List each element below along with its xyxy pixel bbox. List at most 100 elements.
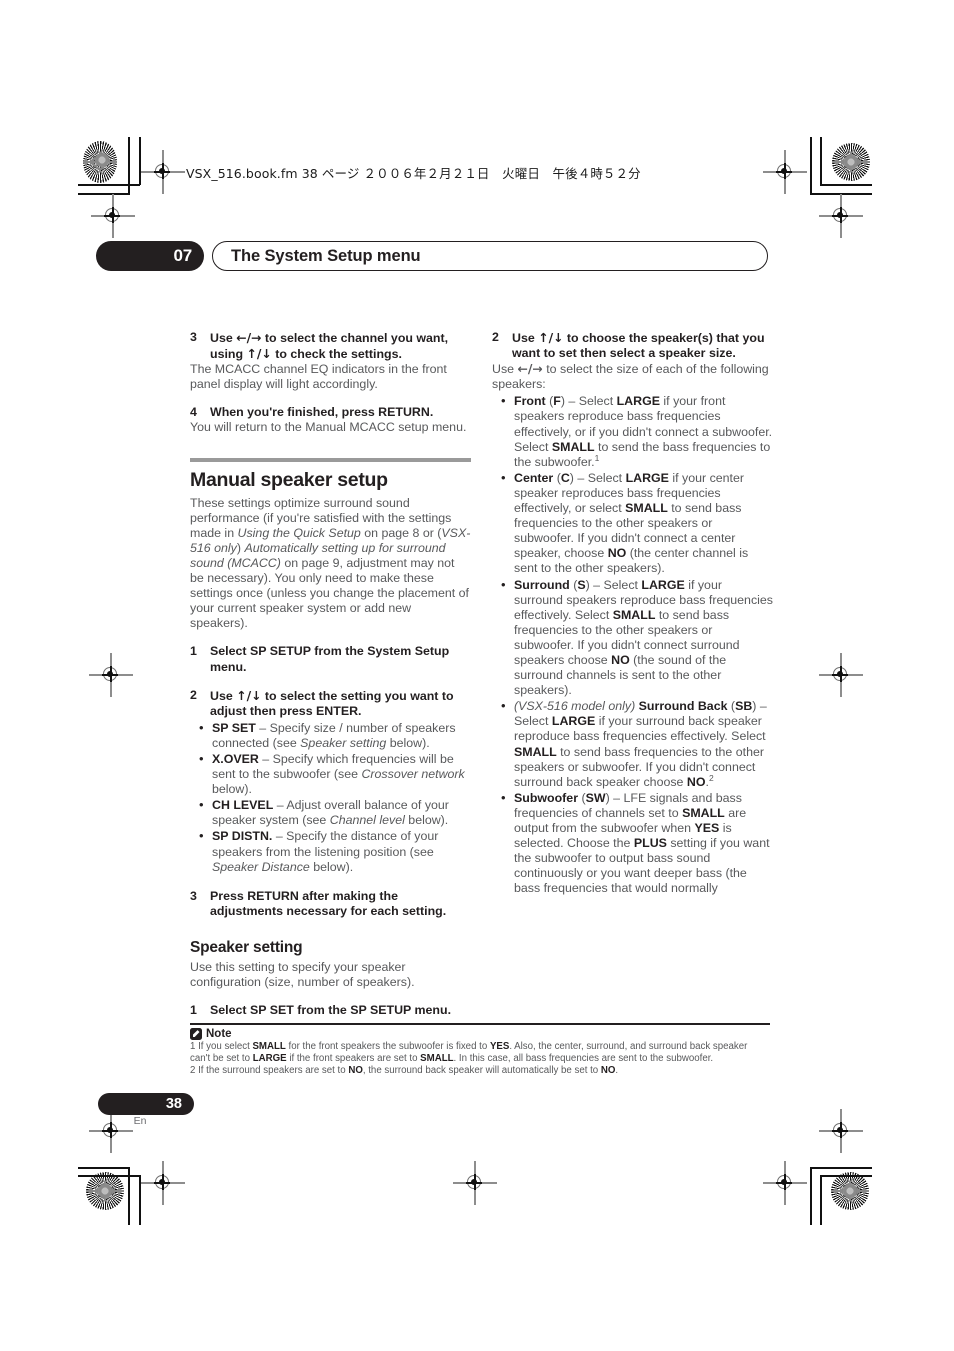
crop-mark-bottom-right-v2 bbox=[820, 1175, 822, 1225]
crop-mark-top-left-h2 bbox=[78, 184, 140, 186]
crop-mark-bottom-right-h bbox=[810, 1167, 872, 1169]
option-dash: – bbox=[258, 751, 273, 766]
crop-mark-top-left-h bbox=[78, 193, 130, 195]
step-1b-heading: 1 Select SP SET from the SP SETUP menu. bbox=[190, 1003, 471, 1018]
step-2-number: 2 bbox=[190, 687, 197, 702]
speaker-name: Center bbox=[514, 470, 554, 485]
value-large: LARGE bbox=[625, 470, 669, 485]
intro-italic-quick-setup: Using the Quick Setup bbox=[237, 525, 361, 540]
fn2-a: 2 If the surround speakers are set to bbox=[190, 1065, 349, 1077]
speaker-name: Surround bbox=[514, 577, 570, 592]
rc-step-2-text-a: Use bbox=[512, 331, 539, 345]
registration-mark-bottom-right bbox=[819, 1109, 863, 1153]
footnote-ref: 1 bbox=[594, 452, 600, 463]
fn2-no-2: NO bbox=[600, 1065, 616, 1077]
up-down-arrow-icon: ↑/↓ bbox=[538, 330, 564, 345]
note-header: Note bbox=[190, 1027, 770, 1040]
crop-mark-top-left-v bbox=[128, 137, 130, 195]
note-label: Note bbox=[206, 1027, 232, 1040]
registration-mark-bottom-center-left bbox=[141, 1161, 185, 1205]
option-italic-ref: Speaker setting bbox=[300, 735, 387, 750]
step-4-body: You will return to the Manual MCACC setu… bbox=[190, 420, 467, 435]
chapter-header-band: 07 The System Setup menu bbox=[96, 241, 768, 271]
fn1-yes: YES bbox=[489, 1040, 510, 1052]
registration-mark-top-left bbox=[141, 150, 185, 194]
text-1: Select bbox=[514, 714, 552, 729]
option-italic-ref: Channel level bbox=[329, 813, 405, 828]
option-term: SP SET bbox=[212, 720, 256, 735]
up-down-arrow-icon: ↑/↓ bbox=[236, 687, 262, 703]
speaker-setting-body: Use this setting to specify your speaker… bbox=[190, 959, 415, 989]
list-item: CH LEVEL – Adjust overall balance of you… bbox=[190, 797, 471, 828]
fn1-c: for the front speakers the subwoofer is … bbox=[285, 1040, 490, 1052]
chapter-number-badge: 07 bbox=[96, 241, 204, 271]
rosette-bottom-left bbox=[86, 1172, 124, 1210]
list-item: X.OVER – Specify which frequencies will … bbox=[190, 751, 471, 797]
rosette-top-right bbox=[832, 143, 870, 181]
option-dash: – bbox=[255, 720, 270, 735]
speaker-abbrev: SB bbox=[735, 699, 753, 714]
registration-mark-upper-left bbox=[91, 194, 135, 238]
rosette-top-left bbox=[83, 141, 117, 183]
step-3b-heading: 3 Press RETURN after making the adjustmen… bbox=[190, 889, 471, 919]
list-item: Center (C) – Select LARGE if your center… bbox=[492, 470, 773, 577]
list-item: Surround (S) – Select LARGE if your surr… bbox=[492, 577, 773, 699]
speaker-size-list: Front (F) – Select LARGE if your front s… bbox=[492, 393, 773, 897]
value-small: SMALL bbox=[551, 439, 595, 454]
note-pencil-icon bbox=[190, 1027, 202, 1040]
section-heading-manual-speaker-setup: Manual speaker setup bbox=[190, 468, 388, 491]
value-small: SMALL bbox=[612, 607, 656, 622]
crop-mark-bottom-right-v bbox=[810, 1167, 812, 1225]
fn2-no: NO bbox=[348, 1065, 363, 1077]
step-3-text-a: Use bbox=[210, 331, 237, 345]
page-language-label: En bbox=[133, 1115, 147, 1127]
list-item: SP DISTN. – Specify the distance of your… bbox=[190, 828, 471, 874]
option-text-b: below). bbox=[212, 782, 252, 797]
value-yes: YES bbox=[694, 821, 720, 835]
rc-step-2-heading: 2 Use ↑/↓ to choose the speaker(s) that y… bbox=[492, 330, 773, 361]
abbrev-close: ) – bbox=[569, 470, 588, 485]
speaker-name: Front bbox=[514, 394, 546, 409]
option-text-b: below). bbox=[386, 735, 430, 750]
registration-mark-mid-right bbox=[819, 653, 863, 697]
step-4-heading: 4 When you're finished, press RETURN. bbox=[190, 405, 471, 420]
step-1b-text: Select SP SET from the SP SETUP menu. bbox=[210, 1003, 452, 1018]
option-dash: – bbox=[272, 829, 287, 844]
text-1: Select bbox=[603, 577, 642, 592]
fn1-small: SMALL bbox=[252, 1040, 286, 1052]
setting-options-list: SP SET – Specify size / number of speake… bbox=[190, 720, 471, 875]
fn1-a: 1 If you select bbox=[190, 1040, 253, 1052]
right-column: 2 Use ↑/↓ to choose the speaker(s) that y… bbox=[492, 330, 773, 897]
left-column: 3 Use ←/→ to select the channel you want,… bbox=[190, 330, 471, 1018]
option-text-b: below). bbox=[404, 813, 449, 828]
fn2-d: . bbox=[615, 1065, 619, 1077]
fn1-e: if the front speakers are set to bbox=[286, 1053, 421, 1064]
step-1b-number: 1 bbox=[190, 1003, 197, 1018]
registration-mark-top-right bbox=[763, 150, 807, 194]
step-3-number: 3 bbox=[190, 330, 197, 344]
value-small: SMALL bbox=[682, 805, 725, 820]
abbrev-open: ( bbox=[727, 699, 736, 714]
manual-speaker-setup-intro: These settings optimize surround sound p… bbox=[190, 496, 471, 632]
abbrev-close: ) – bbox=[560, 394, 579, 409]
source-filename-line: VSX_516.book.fm 38 ページ ２００６年２月２１日 火曜日 午後… bbox=[186, 166, 641, 181]
step-3-heading: 3 Use ←/→ to select the channel you want,… bbox=[190, 330, 471, 362]
page-number-badge: 38 bbox=[98, 1093, 194, 1115]
up-down-arrow-icon: ↑/↓ bbox=[246, 346, 272, 362]
list-item: Subwoofer (SW) – LFE signals and bass fr… bbox=[492, 790, 773, 897]
option-italic-ref: Crossover network bbox=[361, 767, 465, 782]
footnote-2: 2 If the surround speakers are set to NO… bbox=[190, 1065, 770, 1077]
value-small: SMALL bbox=[625, 501, 668, 516]
step-2-heading: 2 Use ↑/↓ to select the setting you want … bbox=[190, 688, 471, 719]
fn1-small-2: SMALL bbox=[420, 1053, 454, 1064]
option-italic-ref: Speaker Distance bbox=[212, 859, 310, 874]
note-block: Note 1 If you select SMALL for the front… bbox=[190, 1023, 770, 1078]
sub-heading-speaker-setting: Speaker setting bbox=[190, 938, 303, 956]
step-1-text: Select SP SETUP from the System Setup me… bbox=[210, 644, 450, 674]
crop-mark-bottom-right-h2 bbox=[820, 1175, 872, 1177]
fn1-f: . In this case, all bass frequencies are… bbox=[453, 1053, 714, 1064]
left-right-arrow-icon: ←/→ bbox=[236, 330, 262, 345]
registration-mark-mid-left bbox=[89, 653, 133, 697]
speaker-name: Subwoofer bbox=[514, 790, 579, 805]
step-1-heading: 1 Select SP SETUP from the System Setup m… bbox=[190, 644, 471, 674]
